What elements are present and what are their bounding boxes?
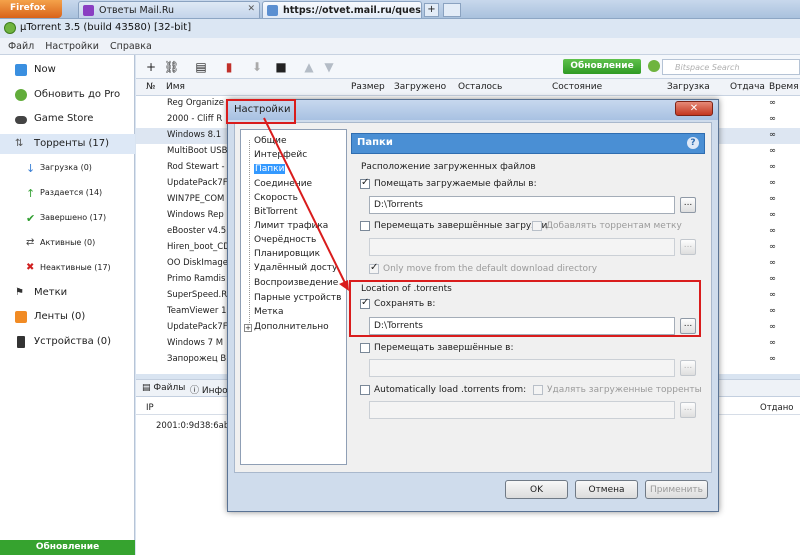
annotation-arrows [263,117,349,291]
annotation-arrow-line [263,117,348,288]
